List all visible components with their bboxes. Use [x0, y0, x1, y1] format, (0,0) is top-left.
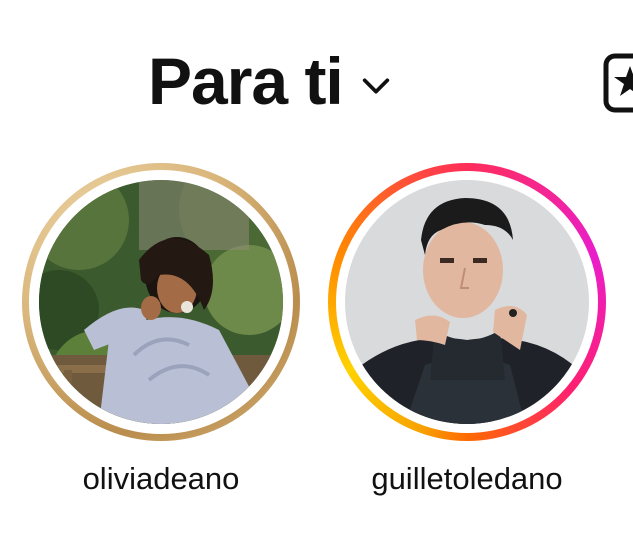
story-ring-unseen [328, 163, 606, 441]
avatar [39, 180, 283, 424]
story-item[interactable]: oliviadeano [22, 163, 302, 496]
story-item[interactable]: guilletoledano [328, 163, 608, 496]
avatar [345, 180, 589, 424]
favorites-icon[interactable] [600, 50, 633, 114]
screen: Para ti oliviadeano guilletoledano [0, 0, 633, 543]
story-username: oliviadeano [82, 461, 240, 496]
page-title: Para ti [148, 44, 344, 118]
story-ring-close-friends [22, 163, 300, 441]
feed-selector[interactable]: Para ti [148, 48, 393, 114]
chevron-down-icon [362, 78, 389, 94]
story-username: guilletoledano [371, 461, 563, 496]
